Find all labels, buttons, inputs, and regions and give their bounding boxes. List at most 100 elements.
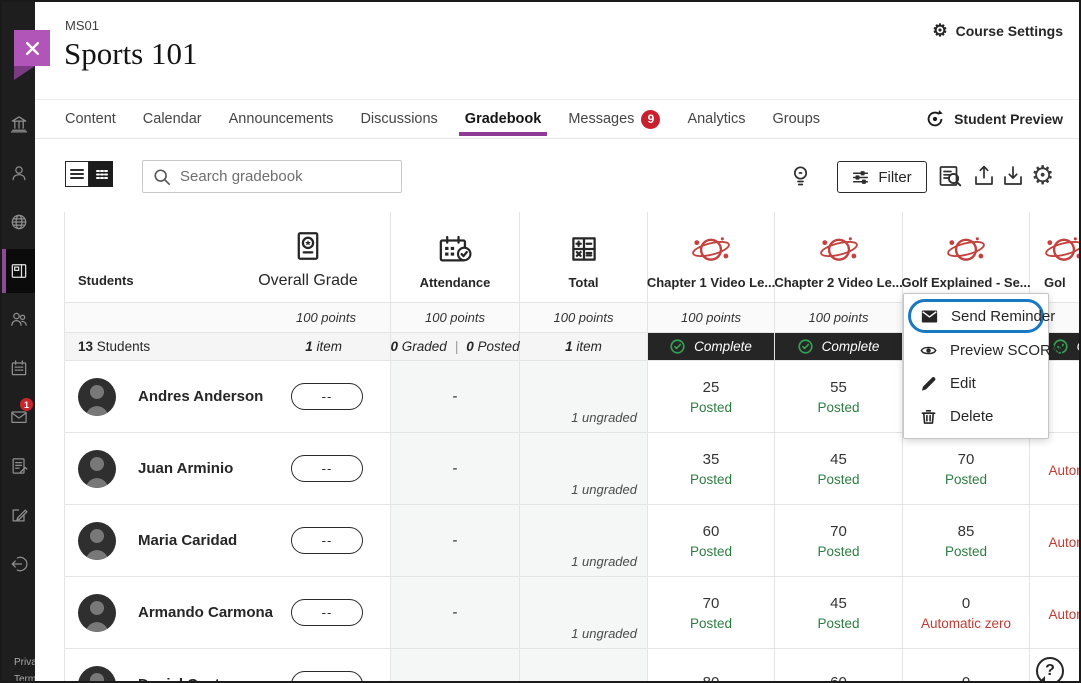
grade-cell[interactable]: 60Posted bbox=[648, 505, 775, 576]
courses-icon[interactable] bbox=[2, 249, 35, 293]
grade-cell[interactable]: 25Posted bbox=[648, 361, 775, 432]
list-view-button[interactable] bbox=[65, 161, 89, 187]
attendance-graded-posted: 0 Graded|0 Posted bbox=[390, 339, 519, 354]
column-header-chapter2[interactable]: Chapter 2 Video Le... bbox=[775, 212, 903, 302]
pencil-icon bbox=[920, 375, 937, 392]
grade-cell[interactable]: 45Posted bbox=[775, 433, 903, 504]
upload-icon[interactable] bbox=[973, 164, 995, 192]
tab-messages[interactable]: Messages 9 bbox=[568, 100, 660, 138]
filter-button[interactable]: Filter bbox=[837, 161, 927, 193]
search-input[interactable] bbox=[180, 168, 391, 185]
eye-icon bbox=[920, 342, 937, 359]
grade-cell[interactable]: 55Posted bbox=[775, 361, 903, 432]
download-icon[interactable] bbox=[1002, 164, 1024, 192]
grade-cell[interactable]: 85Posted bbox=[903, 505, 1030, 576]
column-header-overflow[interactable]: Gol bbox=[1030, 212, 1081, 302]
overall-grade-pill[interactable]: -- bbox=[291, 527, 363, 554]
column-header-overall-grade[interactable]: Overall Grade bbox=[248, 229, 368, 290]
avatar[interactable] bbox=[78, 378, 116, 416]
grade-cell[interactable]: 60 bbox=[775, 649, 903, 683]
profile-icon[interactable] bbox=[2, 151, 35, 195]
column-header-chapter1[interactable]: Chapter 1 Video Le... bbox=[648, 212, 775, 302]
privacy-link[interactable]: Privacy bbox=[14, 657, 35, 668]
grade-cell[interactable]: 0Automatic zero bbox=[903, 577, 1030, 648]
total-cell[interactable]: 1 ungraded bbox=[520, 433, 648, 504]
attendance-cell[interactable]: - bbox=[391, 433, 520, 504]
messages-count-badge: 1 bbox=[20, 398, 33, 411]
student-activity-search-icon[interactable] bbox=[938, 164, 963, 193]
terms-link[interactable]: Terms bbox=[14, 674, 35, 683]
close-course-button[interactable] bbox=[14, 30, 50, 66]
attendance-cell[interactable]: - bbox=[391, 505, 520, 576]
student-name[interactable]: Andres Anderson bbox=[138, 388, 263, 405]
tab-content[interactable]: Content bbox=[65, 100, 116, 138]
grade-cell[interactable]: 0 bbox=[903, 649, 1030, 683]
list-icon bbox=[70, 168, 84, 180]
chapter2-points: 100 points bbox=[809, 310, 869, 325]
tab-announcements[interactable]: Announcements bbox=[229, 100, 334, 138]
menu-item-edit[interactable]: Edit bbox=[904, 367, 1048, 400]
avatar[interactable] bbox=[78, 522, 116, 560]
tab-calendar[interactable]: Calendar bbox=[143, 100, 202, 138]
grade-cell[interactable]: 35Posted bbox=[648, 433, 775, 504]
grade-cell[interactable]: 80 bbox=[648, 649, 775, 683]
column-header-golf[interactable]: Golf Explained - Se... bbox=[903, 212, 1030, 302]
attendance-cell[interactable]: - bbox=[391, 577, 520, 648]
menu-item-delete[interactable]: Delete bbox=[904, 400, 1048, 433]
tab-analytics[interactable]: Analytics bbox=[687, 100, 745, 138]
column-header-total[interactable]: Total bbox=[520, 212, 648, 302]
total-item-count: 1 item bbox=[565, 339, 602, 354]
avatar[interactable] bbox=[78, 450, 116, 488]
overall-grade-pill[interactable]: -- bbox=[291, 671, 363, 683]
sign-out-icon[interactable] bbox=[2, 542, 35, 586]
column-header-attendance[interactable]: Attendance bbox=[391, 212, 520, 302]
trash-icon bbox=[920, 408, 937, 425]
student-preview-button[interactable]: Student Preview bbox=[924, 100, 1063, 138]
tips-lightbulb-icon[interactable] bbox=[791, 165, 810, 193]
tools-icon[interactable] bbox=[2, 493, 35, 537]
overall-grade-item-count: 1 item bbox=[305, 339, 342, 354]
grid-view-button[interactable] bbox=[89, 161, 113, 187]
grade-cell[interactable]: Automatic zero bbox=[1030, 433, 1081, 504]
total-cell[interactable]: 1 ungraded bbox=[520, 505, 648, 576]
ribbon-fold bbox=[14, 66, 35, 80]
institution-icon[interactable] bbox=[2, 102, 35, 146]
grades-icon[interactable] bbox=[2, 444, 35, 488]
total-cell[interactable] bbox=[520, 649, 648, 683]
avatar[interactable] bbox=[78, 666, 116, 683]
student-name[interactable]: Armando Carmona bbox=[138, 604, 273, 621]
students-count: 13 Students bbox=[78, 339, 150, 354]
total-cell[interactable]: 1 ungraded bbox=[520, 577, 648, 648]
avatar[interactable] bbox=[78, 594, 116, 632]
tab-discussions[interactable]: Discussions bbox=[360, 100, 437, 138]
grade-cell[interactable]: 70Posted bbox=[903, 433, 1030, 504]
column-context-menu: Send Reminder Preview SCORM Edit Delete bbox=[903, 293, 1049, 439]
grade-cell[interactable]: 70Posted bbox=[775, 505, 903, 576]
grade-cell[interactable]: Automatic zero bbox=[1030, 577, 1081, 648]
overall-grade-pill[interactable]: -- bbox=[291, 455, 363, 482]
overall-grade-pill[interactable]: -- bbox=[291, 599, 363, 626]
course-settings-button[interactable]: ⚙ Course Settings bbox=[932, 22, 1063, 39]
attendance-cell[interactable] bbox=[391, 649, 520, 683]
grade-cell[interactable]: 70Posted bbox=[648, 577, 775, 648]
overall-grade-pill[interactable]: -- bbox=[291, 383, 363, 410]
student-name[interactable]: Maria Caridad bbox=[138, 532, 237, 549]
student-name[interactable]: Daniel Castro bbox=[138, 676, 235, 683]
total-cell[interactable]: 1 ungraded bbox=[520, 361, 648, 432]
menu-item-preview-scorm[interactable]: Preview SCORM bbox=[904, 334, 1048, 367]
calendar-icon[interactable] bbox=[2, 346, 35, 390]
attendance-points: 100 points bbox=[425, 310, 485, 325]
grade-cell[interactable]: 45Posted bbox=[775, 577, 903, 648]
help-button[interactable]: ? bbox=[1036, 657, 1064, 683]
organizations-icon[interactable] bbox=[2, 297, 35, 341]
gradebook-settings-gear-icon[interactable]: ⚙ bbox=[1031, 162, 1054, 188]
activity-stream-icon[interactable] bbox=[2, 200, 35, 244]
gear-icon: ⚙ bbox=[932, 22, 947, 39]
grade-cell[interactable]: Automatic zero bbox=[1030, 505, 1081, 576]
tab-gradebook[interactable]: Gradebook bbox=[465, 100, 542, 138]
tab-groups[interactable]: Groups bbox=[772, 100, 820, 138]
messages-icon[interactable]: 1 bbox=[2, 395, 35, 439]
student-name[interactable]: Juan Arminio bbox=[138, 460, 233, 477]
menu-item-send-reminder[interactable]: Send Reminder bbox=[911, 302, 1041, 330]
attendance-cell[interactable]: - bbox=[391, 361, 520, 432]
